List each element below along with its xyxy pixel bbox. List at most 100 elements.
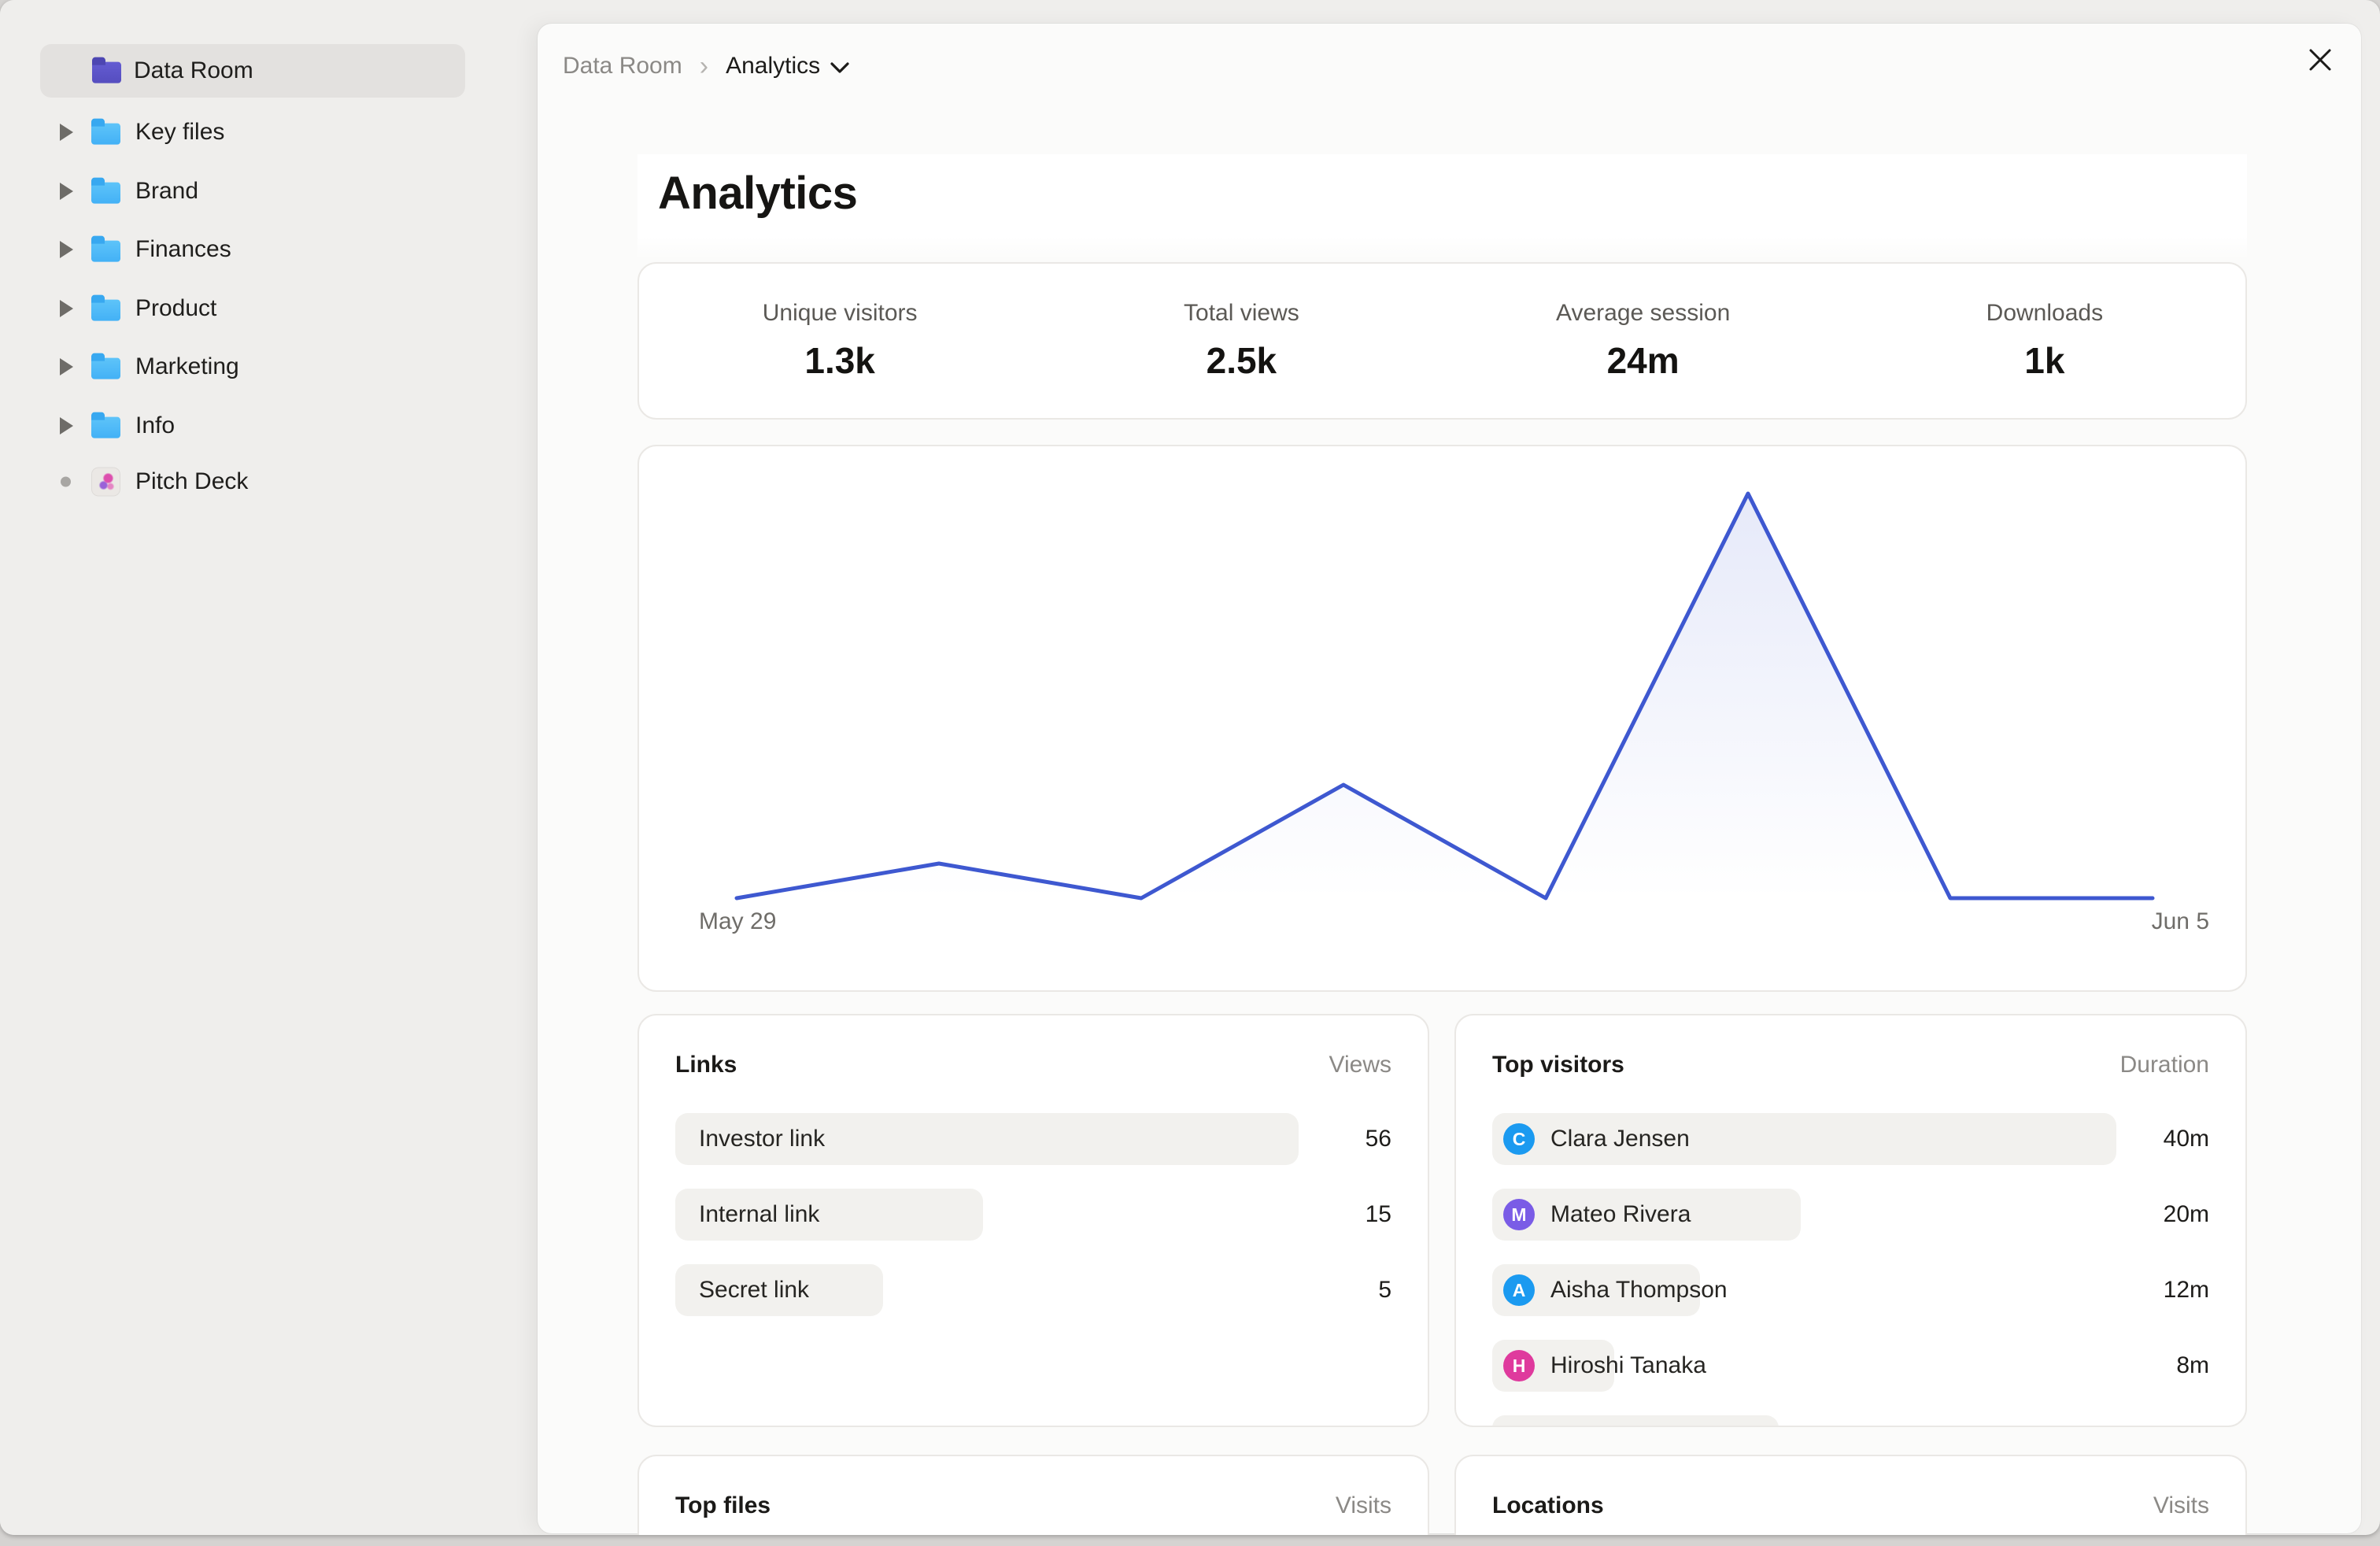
card-title: Locations — [1492, 1492, 1604, 1519]
top-visitors-card: Top visitors Duration C Clara Jensen 40m… — [1454, 1014, 2247, 1427]
visitor-row-clipped — [1492, 1415, 2209, 1427]
card-title: Top visitors — [1492, 1052, 1624, 1078]
sidebar-item-label: Info — [135, 412, 175, 439]
x-axis-label-start: May 29 — [699, 908, 776, 935]
link-row-internal[interactable]: Internal link 15 — [675, 1189, 1391, 1241]
visitors-card-header: Top visitors Duration — [1492, 1052, 2209, 1078]
folder-icon — [91, 300, 120, 321]
stats-card: Unique visitors 1.3k Total views 2.5k Av… — [638, 262, 2247, 420]
close-button[interactable] — [2297, 36, 2344, 83]
sidebar: Data Room Key files Brand Finances Produ… — [0, 0, 538, 1535]
folder-icon — [91, 241, 120, 262]
sidebar-item-brand[interactable]: Brand — [0, 165, 538, 218]
stat-label: Unique visitors — [763, 300, 918, 327]
folder-icon-purple — [92, 62, 121, 83]
top-files-card: Top files Visits — [638, 1455, 1429, 1535]
folder-icon — [91, 183, 120, 204]
avatar: H — [1503, 1350, 1535, 1381]
visitor-duration-value: 40m — [2164, 1126, 2209, 1152]
breadcrumb-separator-icon: › — [700, 54, 708, 78]
locations-card-header: Locations Visits — [1492, 1492, 2209, 1519]
breadcrumb-root[interactable]: Data Room — [563, 53, 682, 80]
page-header: Analytics — [638, 154, 2247, 260]
chevron-right-icon[interactable] — [60, 300, 73, 317]
visits-column-header: Visits — [2153, 1492, 2209, 1519]
link-views-value: 15 — [1366, 1201, 1391, 1228]
folder-icon — [91, 124, 120, 145]
chevron-right-icon[interactable] — [60, 417, 73, 435]
stat-value: 1.3k — [804, 339, 875, 382]
breadcrumb-current[interactable]: Analytics — [726, 53, 850, 80]
visitor-row-hiroshi-tanaka[interactable]: H Hiroshi Tanaka 8m — [1492, 1340, 2209, 1392]
avatar: A — [1503, 1274, 1535, 1306]
line-chart — [639, 446, 2245, 990]
visitor-bar: C Clara Jensen — [1492, 1113, 2116, 1165]
stat-value: 2.5k — [1207, 339, 1277, 382]
stat-downloads: Downloads 1k — [1844, 300, 2245, 382]
bullet-dot-icon — [61, 477, 71, 487]
link-label: Secret link — [699, 1277, 809, 1304]
visitor-bar: H Hiroshi Tanaka — [1492, 1340, 1614, 1392]
visitors-list: C Clara Jensen 40m M Mateo Rivera 20m A — [1492, 1113, 2209, 1427]
links-list: Investor link 56 Internal link 15 Secret… — [675, 1113, 1391, 1340]
chevron-right-icon[interactable] — [60, 241, 73, 258]
views-column-header: Views — [1329, 1052, 1391, 1078]
link-bar: Internal link — [675, 1189, 983, 1241]
breadcrumb-current-label: Analytics — [726, 53, 820, 80]
main-panel: Data Room › Analytics Analytics Unique v… — [538, 24, 2361, 1533]
chevron-right-icon[interactable] — [60, 358, 73, 375]
sidebar-item-label: Brand — [135, 178, 198, 205]
visitor-duration-value: 8m — [2176, 1352, 2209, 1379]
visitor-bar: A Aisha Thompson — [1492, 1264, 1700, 1316]
visitor-duration-value: 20m — [2164, 1201, 2209, 1228]
stat-value: 1k — [2024, 339, 2064, 382]
card-title: Links — [675, 1052, 737, 1078]
stat-label: Total views — [1184, 300, 1299, 327]
avatar: M — [1503, 1199, 1535, 1230]
sidebar-item-data-room[interactable]: Data Room — [40, 44, 465, 98]
link-row-secret[interactable]: Secret link 5 — [675, 1264, 1391, 1316]
sidebar-item-label: Pitch Deck — [135, 468, 248, 495]
breadcrumb: Data Room › Analytics — [563, 50, 850, 82]
sidebar-item-label: Data Room — [134, 57, 253, 84]
visitor-row-mateo-rivera[interactable]: M Mateo Rivera 20m — [1492, 1189, 2209, 1241]
visitor-row-aisha-thompson[interactable]: A Aisha Thompson 12m — [1492, 1264, 2209, 1316]
visitor-row-clara-jensen[interactable]: C Clara Jensen 40m — [1492, 1113, 2209, 1165]
data-room-window: Data Room Key files Brand Finances Produ… — [0, 0, 2380, 1535]
folder-icon — [91, 417, 120, 438]
sidebar-item-label: Marketing — [135, 353, 239, 380]
sidebar-item-label: Key files — [135, 119, 224, 146]
top-files-card-header: Top files Visits — [675, 1492, 1391, 1519]
visits-column-header: Visits — [1336, 1492, 1391, 1519]
link-views-value: 5 — [1378, 1277, 1391, 1304]
sidebar-item-info[interactable]: Info — [0, 399, 538, 453]
sidebar-item-pitch-deck[interactable]: Pitch Deck — [0, 455, 538, 509]
sidebar-item-key-files[interactable]: Key files — [0, 105, 538, 159]
locations-card: Locations Visits — [1454, 1455, 2247, 1535]
sidebar-item-product[interactable]: Product — [0, 282, 538, 335]
visits-chart-card: May 29 Jun 5 — [638, 445, 2247, 992]
link-views-value: 56 — [1366, 1126, 1391, 1152]
sidebar-item-label: Finances — [135, 236, 231, 263]
pitch-deck-thumbnail-icon — [91, 468, 120, 497]
chevron-right-icon[interactable] — [60, 124, 73, 141]
links-card: Links Views Investor link 56 Internal li… — [638, 1014, 1429, 1427]
folder-icon — [91, 358, 120, 379]
close-icon — [2307, 46, 2334, 73]
avatar: C — [1503, 1123, 1535, 1155]
sidebar-item-marketing[interactable]: Marketing — [0, 340, 538, 394]
visitor-name: Aisha Thompson — [1550, 1277, 1728, 1304]
link-row-investor[interactable]: Investor link 56 — [675, 1113, 1391, 1165]
link-bar: Secret link — [675, 1264, 883, 1316]
duration-column-header: Duration — [2120, 1052, 2209, 1078]
card-title: Top files — [675, 1492, 771, 1519]
sidebar-item-finances[interactable]: Finances — [0, 223, 538, 276]
x-axis-label-end: Jun 5 — [2152, 908, 2209, 935]
chevron-right-icon[interactable] — [60, 183, 73, 200]
page-title: Analytics — [658, 167, 857, 220]
stat-label: Downloads — [1986, 300, 2103, 327]
visitor-name: Mateo Rivera — [1550, 1201, 1691, 1228]
stat-average-session: Average session 24m — [1443, 300, 1844, 382]
visitor-bar — [1492, 1415, 1779, 1427]
visitor-name: Hiroshi Tanaka — [1550, 1352, 1706, 1379]
